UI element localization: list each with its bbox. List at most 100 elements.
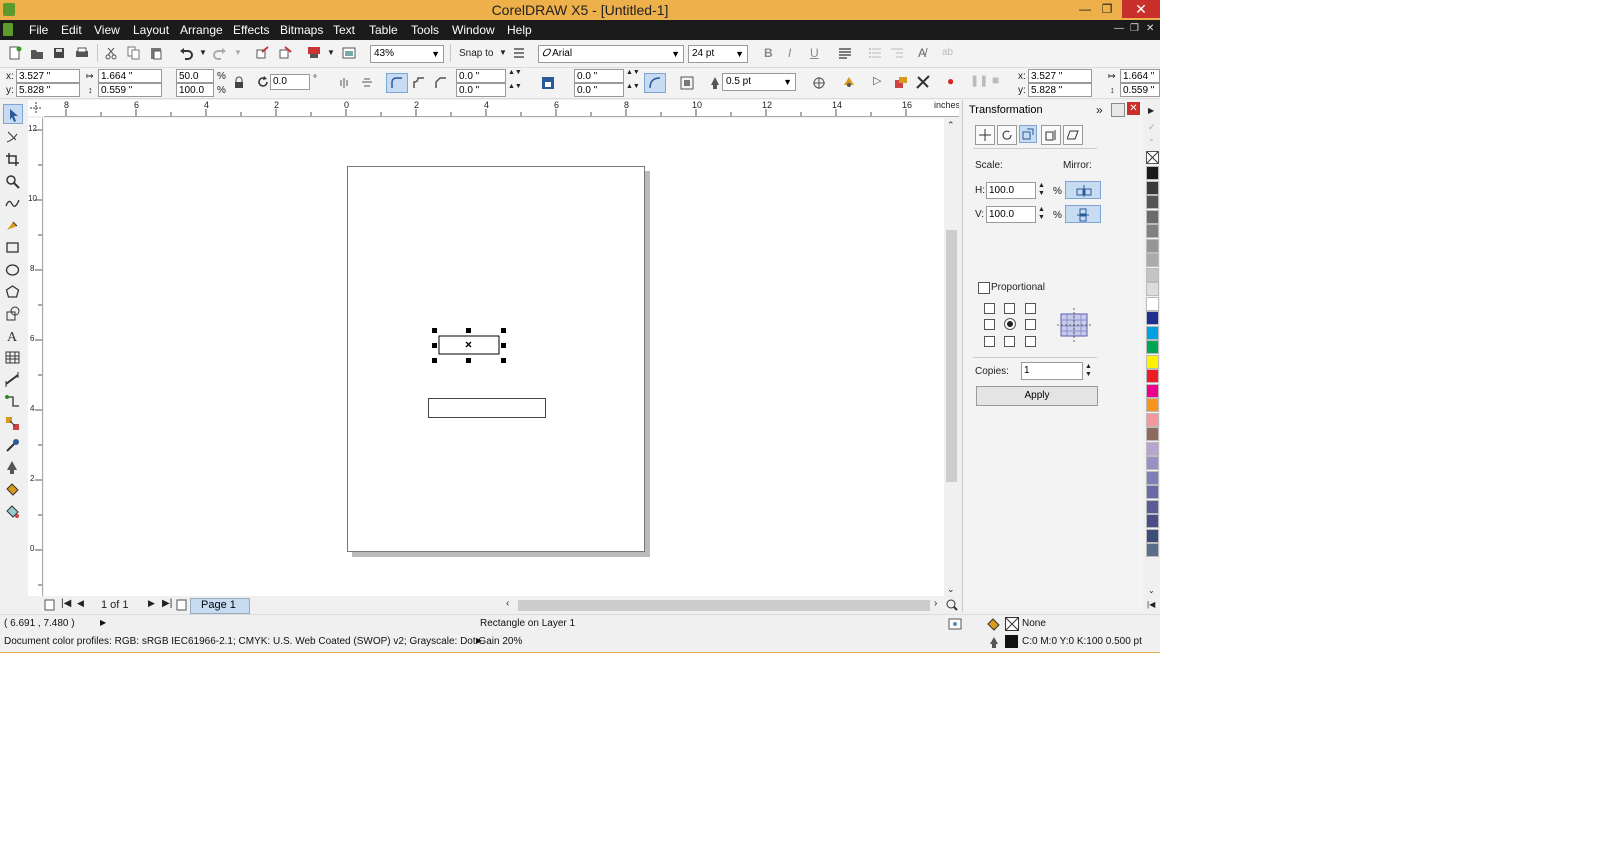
palette-swatch[interactable] — [1146, 311, 1159, 325]
palette-options-icon[interactable]: ✓ — [1148, 122, 1156, 133]
mirror-horizontal-button[interactable] — [1065, 181, 1101, 199]
macro-icon[interactable] — [894, 75, 908, 89]
close-button[interactable]: ✕ — [1122, 0, 1160, 18]
pick-icon[interactable] — [916, 75, 930, 89]
y-position-field[interactable]: 5.828 " — [16, 83, 80, 97]
corner-spin-icon[interactable]: ▲▼ — [626, 69, 640, 76]
new-document-icon[interactable] — [8, 46, 22, 60]
palette-swatch[interactable] — [1146, 166, 1159, 180]
table-tool-icon[interactable] — [5, 350, 21, 366]
rectangle-tool-icon[interactable] — [5, 240, 21, 256]
drawing-canvas[interactable] — [44, 118, 944, 596]
font-size-dropdown[interactable]: 24 pt ▼ — [688, 45, 748, 63]
vertical-scroll-thumb[interactable] — [946, 230, 957, 482]
palette-swatch[interactable] — [1146, 470, 1159, 485]
restore-button[interactable]: ❐ — [1096, 0, 1118, 18]
palette-swatch[interactable] — [1146, 398, 1159, 412]
copies-field[interactable]: 1 — [1021, 362, 1083, 380]
outline-width-dropdown[interactable]: 0.5 pt ▼ — [722, 73, 796, 91]
freehand-tool-icon[interactable] — [5, 196, 21, 212]
publish-pdf-icon[interactable] — [307, 46, 321, 60]
undo-icon[interactable] — [179, 46, 193, 60]
doc-minimize-button[interactable]: — — [1114, 23, 1124, 34]
snap-to-dropdown[interactable]: Snap to — [459, 48, 493, 59]
proportional-checkbox[interactable] — [978, 282, 990, 294]
relative-corner-scaling-button[interactable] — [644, 73, 666, 93]
palette-scroll-up-icon[interactable]: ▶ — [1148, 106, 1154, 115]
anchor-top-left[interactable] — [984, 303, 995, 314]
zoom-tool-icon[interactable] — [5, 174, 21, 190]
outline-tool-icon[interactable] — [5, 460, 21, 476]
round-corner-button[interactable] — [386, 73, 408, 93]
print-icon[interactable] — [75, 46, 89, 60]
corner-radius-bottom-left[interactable]: 0.0 " — [456, 83, 506, 97]
rotate-mode-button[interactable] — [997, 125, 1017, 145]
anchor-center[interactable] — [1004, 318, 1016, 330]
palette-swatch[interactable] — [1146, 485, 1159, 499]
navigator-icon[interactable] — [946, 599, 958, 611]
underline-icon[interactable]: U — [810, 46, 819, 60]
menu-layout[interactable]: Layout — [133, 23, 169, 37]
menu-effects[interactable]: Effects — [233, 23, 269, 37]
height-field[interactable]: 0.559 " — [98, 83, 162, 97]
snap-dropdown-arrow-icon[interactable]: ▼ — [499, 48, 507, 57]
palette-swatch[interactable] — [1146, 528, 1159, 543]
copy-icon[interactable] — [127, 46, 141, 60]
palette-swatch[interactable] — [1146, 180, 1159, 195]
horizontal-scroll-thumb[interactable] — [518, 600, 930, 611]
corner-spin-icon[interactable]: ▲▼ — [626, 83, 640, 90]
scalloped-corner-icon[interactable] — [412, 76, 426, 90]
open-folder-icon[interactable] — [30, 46, 44, 60]
ellipse-tool-icon[interactable] — [5, 262, 21, 278]
menu-file[interactable]: File — [29, 23, 48, 37]
mirror-vertical-button[interactable] — [1065, 205, 1101, 223]
docker-minimize-button[interactable] — [1111, 103, 1125, 117]
scale-h-field[interactable]: 100.0 — [986, 182, 1036, 199]
menu-view[interactable]: View — [94, 23, 120, 37]
copies-spinner-icon[interactable]: ▲ ▼ — [1085, 363, 1092, 379]
horizontal-ruler[interactable]: 8 6 4 2 0 2 4 6 8 10 12 14 16 inches — [44, 100, 959, 117]
anchor-bottom-left[interactable] — [984, 336, 995, 347]
import-icon[interactable] — [256, 46, 270, 60]
eyedropper-tool-icon[interactable] — [5, 438, 21, 454]
corner-spin-icon[interactable]: ▲▼ — [508, 83, 522, 90]
wrap-text-icon[interactable] — [680, 76, 694, 90]
palette-up-icon[interactable]: ⌃ — [1148, 138, 1155, 147]
palette-swatch[interactable] — [1146, 354, 1159, 369]
corner-radius-top-right[interactable]: 0.0 " — [574, 69, 624, 83]
text-tool-icon[interactable]: A — [5, 328, 21, 344]
palette-down-icon[interactable]: ⌄ — [1148, 586, 1155, 595]
apply-button[interactable]: Apply — [976, 386, 1098, 406]
menu-bitmaps[interactable]: Bitmaps — [280, 23, 323, 37]
effects-icon[interactable] — [842, 75, 856, 89]
palette-swatch[interactable] — [1146, 383, 1159, 398]
options-icon[interactable] — [512, 46, 526, 60]
doc-close-button[interactable]: ✕ — [1146, 23, 1154, 34]
menu-arrange[interactable]: Arrange — [180, 23, 223, 37]
view-icon[interactable] — [948, 618, 962, 630]
add-page-after-icon[interactable] — [176, 599, 188, 611]
palette-swatch[interactable] — [1146, 456, 1159, 470]
palette-swatch[interactable] — [1146, 514, 1159, 528]
docker-expand-icon[interactable]: » — [1096, 103, 1103, 117]
page-tab[interactable]: Page 1 — [190, 598, 250, 614]
vertical-scrollbar[interactable]: ⌃ ⌄ — [944, 118, 959, 596]
scroll-down-icon[interactable]: ⌄ — [947, 584, 955, 595]
position-mode-button[interactable] — [975, 125, 995, 145]
docker-close-button[interactable]: ✕ — [1127, 102, 1140, 115]
stop-icon[interactable]: ■ — [992, 73, 999, 87]
doc-restore-button[interactable]: ❐ — [1130, 23, 1139, 34]
save-icon[interactable] — [52, 46, 66, 60]
x2-position-field[interactable]: 3.527 " — [1028, 69, 1092, 83]
corner-radius-top-left[interactable]: 0.0 " — [456, 69, 506, 83]
connector-tool-icon[interactable] — [5, 394, 21, 410]
application-launcher-icon[interactable] — [342, 46, 356, 60]
scale-width-field[interactable]: 50.0 — [176, 69, 214, 83]
redo-dropdown-icon[interactable]: ▼ — [234, 48, 242, 57]
anchor-bottom-center[interactable] — [1004, 336, 1015, 347]
vertical-ruler[interactable]: 12 10 8 6 4 2 0 — [28, 118, 43, 596]
pick-tool[interactable] — [3, 104, 23, 124]
mirror-vertical-icon[interactable] — [360, 76, 374, 90]
anchor-top-right[interactable] — [1025, 303, 1036, 314]
record-icon[interactable]: ● — [947, 74, 954, 88]
